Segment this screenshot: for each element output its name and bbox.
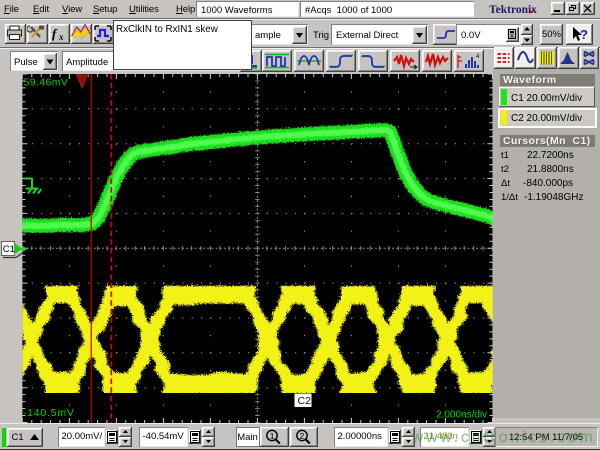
svg-text:C1: C1 [3, 244, 15, 255]
